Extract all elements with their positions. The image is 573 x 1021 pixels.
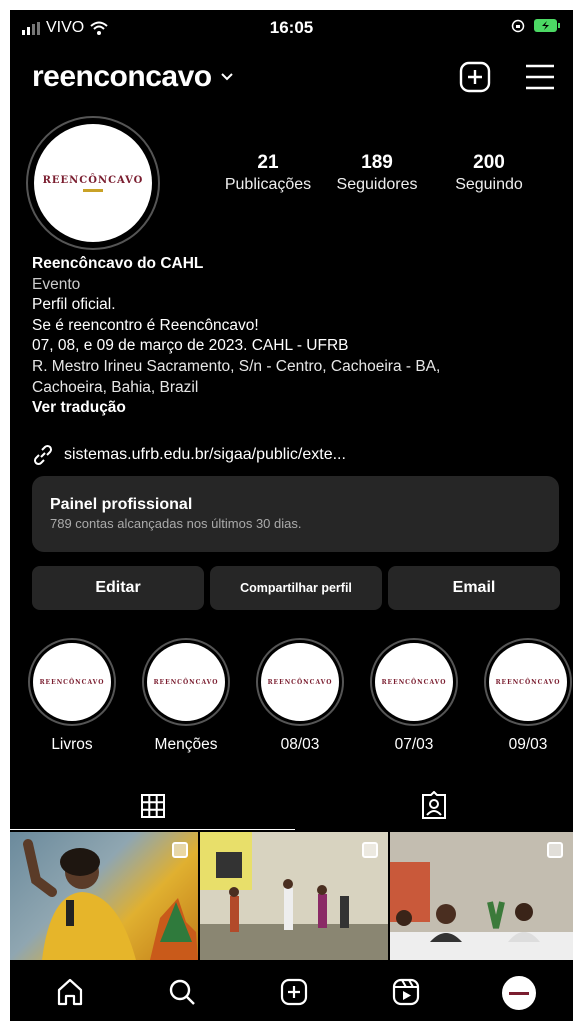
multiple-posts-icon xyxy=(172,842,188,858)
post-thumbnail[interactable] xyxy=(10,832,198,960)
story-highlight[interactable]: REENCÔNCAVO Menções xyxy=(142,638,230,754)
presentation-stage-photo xyxy=(200,832,388,960)
profile-avatar-icon xyxy=(502,976,536,1010)
reels-icon xyxy=(392,978,420,1006)
username: reenconcavo xyxy=(32,60,212,93)
battery-charging-icon xyxy=(534,19,560,32)
home-icon xyxy=(57,978,83,1006)
story-highlight[interactable]: REENCÔNCAVO 08/03 xyxy=(256,638,344,754)
stat-posts-number: 21 xyxy=(257,152,279,173)
search-icon xyxy=(169,979,195,1005)
professional-dashboard[interactable]: Painel profissional 789 contas alcançada… xyxy=(32,476,559,552)
new-post-button[interactable] xyxy=(458,60,494,96)
bio-line: Perfil oficial. xyxy=(32,296,116,314)
chevron-down-icon xyxy=(220,73,233,81)
translate-link[interactable]: Ver tradução xyxy=(32,398,562,419)
address-line[interactable]: Cachoeira, Bahia, Brazil xyxy=(32,378,562,399)
stat-posts-label: Publicações xyxy=(224,176,312,193)
plus-square-icon xyxy=(459,61,491,93)
tab-tagged[interactable] xyxy=(295,782,573,830)
post-thumbnail[interactable] xyxy=(200,832,388,960)
nav-search[interactable] xyxy=(164,974,200,1010)
highlight-cover: REENCÔNCAVO xyxy=(261,643,339,721)
panel-subtitle: 789 contas alcançadas nos últimos 30 dia… xyxy=(50,516,302,531)
nav-home[interactable] xyxy=(52,974,88,1010)
nav-profile[interactable] xyxy=(500,974,538,1012)
tagged-icon xyxy=(422,791,446,819)
multiple-posts-icon xyxy=(547,842,563,858)
stat-following-label: Seguindo xyxy=(455,176,523,193)
highlight-label: Menções xyxy=(154,736,218,753)
grid-icon xyxy=(140,793,165,818)
highlight-label: Livros xyxy=(51,736,93,753)
nav-reels[interactable] xyxy=(388,974,424,1010)
create-icon xyxy=(280,978,308,1006)
orientation-lock-icon xyxy=(511,19,525,32)
profile-name: Reencôncavo do CAHL xyxy=(32,255,204,272)
highlight-label: 09/03 xyxy=(508,736,548,753)
stat-followers[interactable]: 189 Seguidores xyxy=(322,152,432,194)
highlight-cover: REENCÔNCAVO xyxy=(489,643,567,721)
username-switcher[interactable]: reenconcavo xyxy=(32,60,234,94)
share-profile-button[interactable]: Compartilhar perfil xyxy=(210,566,382,610)
stat-following-number: 200 xyxy=(473,152,505,173)
bio-line: 07, 08, e 09 de março de 2023. CAHL - UF… xyxy=(32,337,349,355)
avatar-logo: REENCÔNCAVO xyxy=(34,124,152,242)
tab-posts-grid[interactable] xyxy=(10,782,295,830)
highlight-cover: REENCÔNCAVO xyxy=(375,643,453,721)
highlight-cover: REENCÔNCAVO xyxy=(33,643,111,721)
multiple-posts-icon xyxy=(362,842,378,858)
hamburger-menu-icon xyxy=(526,64,554,90)
stat-following[interactable]: 200 Seguindo xyxy=(434,152,544,194)
logo-wordmark: REENCÔNCAVO xyxy=(42,174,144,186)
bottom-navigation xyxy=(10,962,573,1021)
profile-avatar[interactable]: REENCÔNCAVO xyxy=(26,116,160,250)
status-bar: VIVO 16:05 xyxy=(10,10,573,46)
highlight-label: 07/03 xyxy=(394,736,434,753)
woman-with-microphone-photo xyxy=(23,839,198,960)
profile-link-text: sistemas.ufrb.edu.br/sigaa/public/exte..… xyxy=(64,446,346,463)
story-highlight[interactable]: REENCÔNCAVO 09/03 xyxy=(484,638,572,754)
highlight-cover: REENCÔNCAVO xyxy=(147,643,225,721)
edit-profile-button[interactable]: Editar xyxy=(32,566,204,610)
menu-button[interactable] xyxy=(524,62,558,94)
post-thumbnail[interactable] xyxy=(390,832,573,960)
profile-link[interactable]: sistemas.ufrb.edu.br/sigaa/public/exte..… xyxy=(32,444,346,466)
highlight-label: 08/03 xyxy=(280,736,320,753)
profile-category: Evento xyxy=(32,275,81,293)
stat-followers-number: 189 xyxy=(361,152,393,173)
stat-posts[interactable]: 21 Publicações xyxy=(213,152,323,194)
screen: VIVO 16:05 reenconcavo REENCÔNCAVO 21 Pu… xyxy=(10,10,573,1021)
clock: 16:05 xyxy=(269,18,314,37)
nav-create[interactable] xyxy=(276,974,312,1010)
email-button[interactable]: Email xyxy=(388,566,560,610)
address-line[interactable]: R. Mestro Irineu Sacramento, S/n - Centr… xyxy=(32,357,562,378)
stat-followers-label: Seguidores xyxy=(336,176,418,193)
profile-bio: Reencôncavo do CAHL Evento Perfil oficia… xyxy=(32,254,562,419)
panel-discussion-photo xyxy=(390,832,573,960)
story-highlight[interactable]: REENCÔNCAVO Livros xyxy=(28,638,116,754)
panel-title: Painel profissional xyxy=(50,496,193,513)
story-highlight[interactable]: REENCÔNCAVO 07/03 xyxy=(370,638,458,754)
link-icon xyxy=(33,444,53,466)
bio-line: Se é reencontro é Reencôncavo! xyxy=(32,316,259,334)
